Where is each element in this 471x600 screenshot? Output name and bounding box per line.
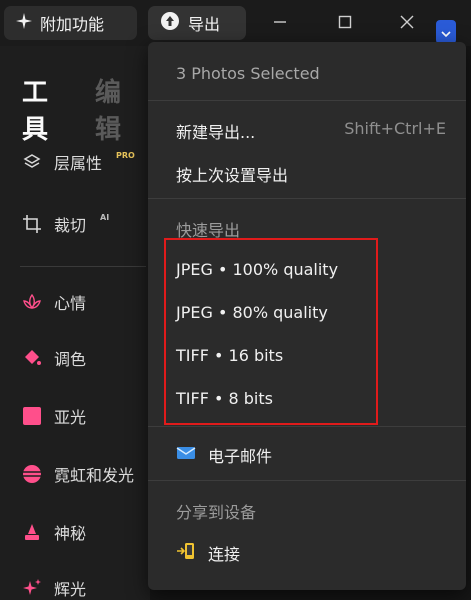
email-label: 电子邮件	[208, 447, 273, 466]
upload-icon	[160, 11, 180, 35]
tool-mystic[interactable]: 神秘	[22, 520, 86, 544]
selection-count: 3 Photos Selected	[176, 64, 320, 83]
quick-export-tiff-16[interactable]: TIFF • 16 bits	[176, 346, 283, 365]
tab-edit[interactable]: 编辑	[95, 72, 150, 146]
lotus-icon	[22, 292, 42, 312]
panel-divider	[20, 266, 146, 267]
ai-badge: AI	[100, 212, 110, 222]
paint-bucket-icon	[22, 348, 42, 368]
tool-layer-properties[interactable]: 层属性 PRO	[22, 150, 135, 174]
phone-transfer-icon	[176, 541, 196, 565]
tool-mood[interactable]: 心情	[22, 290, 86, 314]
tool-neon-glow[interactable]: 霓虹和发光	[22, 462, 134, 486]
export-label: 导出	[188, 15, 221, 34]
minimize-button[interactable]	[265, 8, 295, 38]
menu-separator	[148, 198, 466, 199]
new-export-item[interactable]: 新建导出...	[176, 119, 255, 143]
tool-label: 神秘	[54, 524, 87, 543]
maximize-button[interactable]	[330, 8, 360, 38]
pro-badge: PRO	[116, 150, 135, 160]
connect-item[interactable]: 连接	[176, 541, 240, 565]
addons-label: 附加功能	[40, 15, 105, 34]
email-item[interactable]: 电子邮件	[176, 443, 272, 467]
dropdown-chip[interactable]	[436, 20, 456, 44]
menu-separator	[148, 480, 466, 481]
mystic-icon	[22, 522, 42, 542]
tool-label: 亚光	[54, 408, 87, 427]
sparkles-icon	[22, 578, 42, 598]
tool-label: 层属性	[54, 154, 103, 173]
tool-label: 心情	[54, 294, 87, 313]
tool-label: 辉光	[54, 580, 87, 599]
tool-label: 裁切	[54, 216, 87, 235]
close-icon	[400, 14, 414, 33]
layers-icon	[22, 152, 42, 172]
quick-export-tiff-8[interactable]: TIFF • 8 bits	[176, 389, 273, 408]
export-button[interactable]: 导出	[148, 6, 246, 40]
mail-icon	[176, 445, 196, 465]
tool-label: 霓虹和发光	[54, 466, 135, 485]
addons-button[interactable]: 附加功能	[4, 6, 137, 40]
chevron-down-icon	[441, 23, 451, 42]
connect-label: 连接	[208, 545, 241, 564]
tool-color[interactable]: 调色	[22, 346, 86, 370]
title-bar: 附加功能 导出	[0, 0, 471, 46]
tool-label: 调色	[54, 350, 87, 369]
quick-export-jpeg-80[interactable]: JPEG • 80% quality	[176, 303, 328, 322]
maximize-icon	[338, 14, 352, 33]
menu-separator	[148, 426, 466, 427]
tab-tools[interactable]: 工具	[22, 72, 77, 146]
share-to-device-header: 分享到设备	[176, 503, 257, 522]
minimize-icon	[273, 14, 287, 33]
quick-export-jpeg-100[interactable]: JPEG • 100% quality	[176, 260, 338, 279]
panel-tabs: 工具 编辑	[22, 72, 150, 146]
crop-icon	[22, 214, 42, 234]
export-last-settings-item[interactable]: 按上次设置导出	[176, 162, 288, 186]
tool-crop[interactable]: 裁切 AI	[22, 212, 109, 236]
export-menu: 3 Photos Selected 新建导出... Shift+Ctrl+E 按…	[148, 42, 466, 590]
tools-panel: 工具 编辑 层属性 PRO 裁切 AI 心情 调色 亚光 霓虹和发光 神秘 辉光	[0, 46, 150, 600]
sparkle-icon	[16, 13, 32, 33]
menu-separator	[148, 100, 466, 101]
neon-icon	[22, 464, 42, 484]
close-button[interactable]	[392, 8, 422, 38]
square-icon	[22, 406, 42, 426]
new-export-shortcut: Shift+Ctrl+E	[344, 119, 446, 138]
tool-matte[interactable]: 亚光	[22, 404, 86, 428]
tool-glow[interactable]: 辉光	[22, 576, 86, 600]
